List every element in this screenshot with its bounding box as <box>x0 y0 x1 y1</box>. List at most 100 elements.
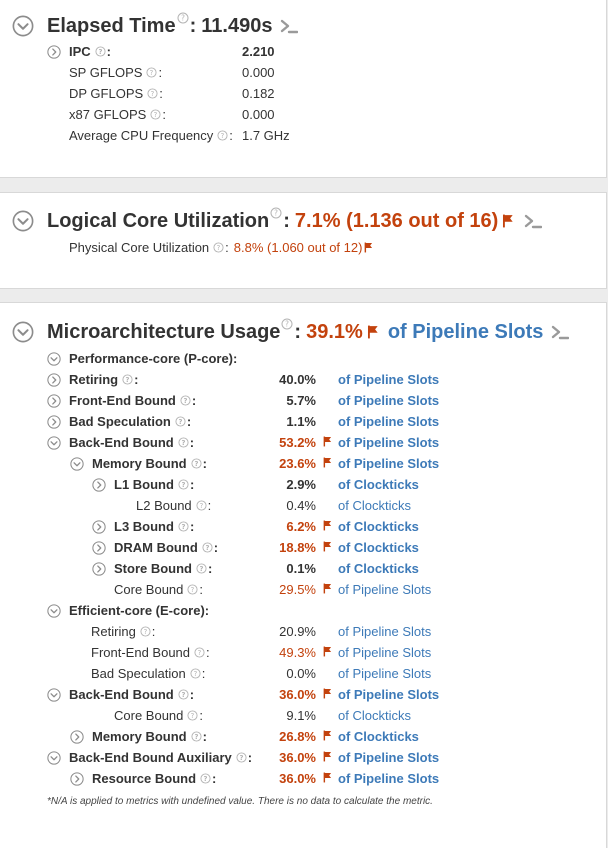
expand-chevron-icon[interactable] <box>92 562 106 576</box>
help-icon[interactable] <box>191 458 202 469</box>
pcore-group-row[interactable]: Performance-core (P-core): <box>0 348 606 369</box>
metric-unit-link[interactable]: of Clockticks <box>338 726 419 747</box>
metric-value: 5.7% <box>286 393 316 408</box>
metric-unit-link[interactable]: of Pipeline Slots <box>338 642 431 663</box>
metric-row[interactable]: Core Bound:29.5% of Pipeline Slots <box>0 579 606 600</box>
metric-row[interactable]: Back-End Bound:53.2% of Pipeline Slots <box>0 432 606 453</box>
metric-row[interactable]: Store Bound:0.1% of Clockticks <box>0 558 606 579</box>
collapse-chevron-icon[interactable] <box>47 688 61 702</box>
metric-row[interactable]: Core Bound:9.1% of Clockticks <box>0 705 606 726</box>
metric-label: Front-End Bound <box>91 645 191 660</box>
metric-row[interactable]: Back-End Bound Auxiliary:36.0% of Pipelin… <box>0 747 606 768</box>
help-icon[interactable] <box>180 395 191 406</box>
metric-unit-link[interactable]: of Pipeline Slots <box>338 390 439 411</box>
help-icon[interactable] <box>200 773 211 784</box>
help-icon[interactable] <box>194 647 205 658</box>
help-icon[interactable] <box>187 710 198 721</box>
help-icon[interactable] <box>213 242 224 253</box>
help-icon[interactable] <box>175 416 186 427</box>
metric-row[interactable]: Front-End Bound:49.3% of Pipeline Slots <box>0 642 606 663</box>
help-icon[interactable] <box>178 437 189 448</box>
metric-unit-link[interactable]: of Clockticks <box>338 495 411 516</box>
metric-row[interactable]: L3 Bound:6.2% of Clockticks <box>0 516 606 537</box>
microarchitecture-title: Microarchitecture Usage <box>47 320 281 343</box>
metric-unit-link[interactable]: of Clockticks <box>338 705 411 726</box>
metric-row[interactable]: Bad Speculation:1.1% of Pipeline Slots <box>0 411 606 432</box>
metric-row[interactable]: Retiring:40.0% of Pipeline Slots <box>0 369 606 390</box>
elapsed-time-header: Elapsed Time : 11.490s <box>12 12 298 40</box>
help-icon[interactable] <box>178 521 189 532</box>
metric-row[interactable]: L2 Bound:0.4% of Clockticks <box>0 495 606 516</box>
collapse-chevron-icon[interactable] <box>47 436 61 450</box>
metric-unit-link[interactable]: of Pipeline Slots <box>338 663 431 684</box>
help-icon[interactable] <box>178 479 189 490</box>
metric-row[interactable]: Bad Speculation:0.0% of Pipeline Slots <box>0 663 606 684</box>
help-icon[interactable] <box>147 88 158 99</box>
metric-row[interactable]: DRAM Bound:18.8% of Clockticks <box>0 537 606 558</box>
expand-chevron-icon[interactable] <box>47 45 61 59</box>
expand-chevron-icon[interactable] <box>47 394 61 408</box>
help-icon[interactable] <box>187 584 198 595</box>
logical-core-utilization-panel: Logical Core Utilization : 7.1% (1.136 o… <box>0 192 607 289</box>
microarchitecture-unit-link[interactable]: of Pipeline Slots <box>388 321 544 344</box>
ecore-group-row[interactable]: Efficient-core (E-core): <box>0 600 606 621</box>
metric-value: 0.4% <box>286 498 316 513</box>
metric-row[interactable]: Back-End Bound:36.0% of Pipeline Slots <box>0 684 606 705</box>
help-icon[interactable] <box>202 542 213 553</box>
help-icon[interactable] <box>150 109 161 120</box>
expand-chevron-icon[interactable] <box>70 730 84 744</box>
expand-chevron-icon[interactable] <box>92 541 106 555</box>
help-icon[interactable] <box>140 626 151 637</box>
metric-unit-link[interactable]: of Pipeline Slots <box>338 411 439 432</box>
metric-unit-link[interactable]: of Clockticks <box>338 516 419 537</box>
metric-row[interactable]: Memory Bound:23.6% of Pipeline Slots <box>0 453 606 474</box>
metric-row[interactable]: Memory Bound:26.8% of Clockticks <box>0 726 606 747</box>
expand-chevron-icon[interactable] <box>92 520 106 534</box>
metric-unit-link[interactable]: of Pipeline Slots <box>338 432 439 453</box>
help-icon[interactable] <box>178 689 189 700</box>
collapse-chevron-icon[interactable] <box>12 210 34 232</box>
metric-unit-link[interactable]: of Pipeline Slots <box>338 621 431 642</box>
help-icon[interactable] <box>191 731 202 742</box>
help-icon[interactable] <box>122 374 133 385</box>
metric-unit-link[interactable]: of Clockticks <box>338 558 419 579</box>
collapse-chevron-icon[interactable] <box>12 15 34 37</box>
metric-unit-link[interactable]: of Pipeline Slots <box>338 768 439 789</box>
metric-row[interactable]: Front-End Bound:5.7% of Pipeline Slots <box>0 390 606 411</box>
expand-chevron-icon[interactable] <box>47 415 61 429</box>
metric-value: 0.1% <box>286 561 316 576</box>
collapse-chevron-icon[interactable] <box>12 321 34 343</box>
terminal-icon[interactable] <box>280 18 298 34</box>
metric-unit-link[interactable]: of Clockticks <box>338 474 419 495</box>
collapse-chevron-icon[interactable] <box>70 457 84 471</box>
metric-unit-link[interactable]: of Pipeline Slots <box>338 747 439 768</box>
help-icon[interactable] <box>270 207 282 219</box>
help-icon[interactable] <box>177 12 189 24</box>
metric-unit-link[interactable]: of Pipeline Slots <box>338 369 439 390</box>
help-icon[interactable] <box>196 500 207 511</box>
metric-unit-link[interactable]: of Pipeline Slots <box>338 453 439 474</box>
metric-row[interactable]: L1 Bound:2.9% of Clockticks <box>0 474 606 495</box>
metric-unit-link[interactable]: of Pipeline Slots <box>338 684 439 705</box>
collapse-chevron-icon[interactable] <box>47 352 61 366</box>
metric-unit-link[interactable]: of Pipeline Slots <box>338 579 431 600</box>
metric-unit-link[interactable]: of Clockticks <box>338 537 419 558</box>
help-icon[interactable] <box>217 130 228 141</box>
metric-row[interactable]: Retiring:20.9% of Pipeline Slots <box>0 621 606 642</box>
expand-chevron-icon[interactable] <box>70 772 84 786</box>
metric-row[interactable]: Resource Bound:36.0% of Pipeline Slots <box>0 768 606 789</box>
help-icon[interactable] <box>281 318 293 330</box>
collapse-chevron-icon[interactable] <box>47 604 61 618</box>
collapse-chevron-icon[interactable] <box>47 751 61 765</box>
metric-value: 2.9% <box>286 477 316 492</box>
help-icon[interactable] <box>196 563 207 574</box>
flag-icon <box>323 646 332 657</box>
help-icon[interactable] <box>95 46 106 57</box>
terminal-icon[interactable] <box>524 213 542 229</box>
help-icon[interactable] <box>146 67 157 78</box>
expand-chevron-icon[interactable] <box>92 478 106 492</box>
expand-chevron-icon[interactable] <box>47 373 61 387</box>
metric-value: 26.8% <box>279 729 316 744</box>
help-icon[interactable] <box>190 668 201 679</box>
terminal-icon[interactable] <box>551 324 569 340</box>
